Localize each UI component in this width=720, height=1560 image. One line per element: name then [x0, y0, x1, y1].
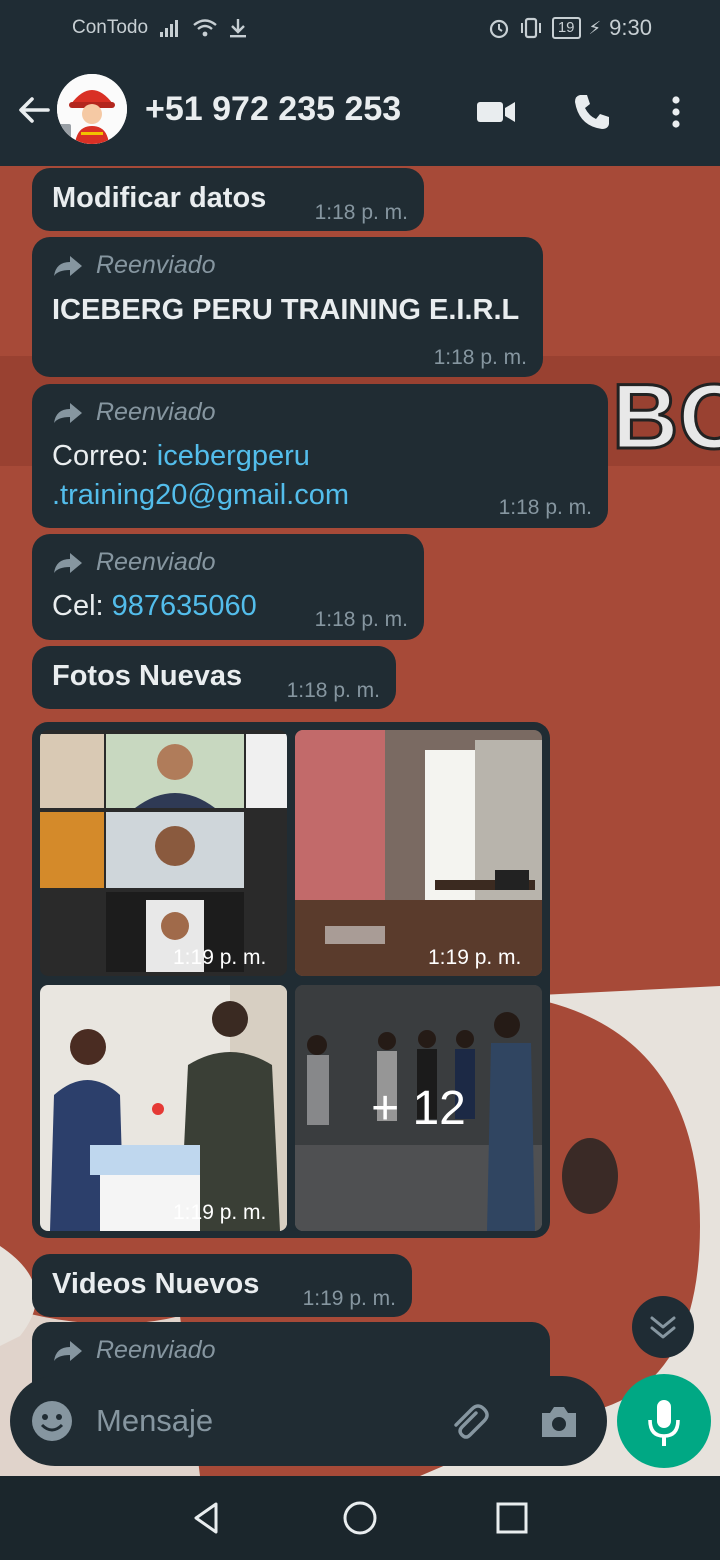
- signal-icon: [160, 20, 179, 37]
- phone-prefix: Cel:: [52, 590, 112, 622]
- message-bubble[interactable]: Reenviado Correo: icebergperu .training2…: [32, 384, 608, 528]
- forwarded-text: Reenviado: [96, 398, 216, 426]
- photo-thumbnail[interactable]: 1:19 p. m.: [295, 730, 542, 976]
- wifi-icon: [193, 19, 217, 37]
- nav-back-icon[interactable]: [186, 1498, 226, 1538]
- nav-recents-icon[interactable]: [492, 1498, 532, 1538]
- emoji-icon[interactable]: [30, 1399, 74, 1443]
- photo-thumbnail[interactable]: 1:19 p. m.: [40, 985, 287, 1231]
- message-time: 1:19 p. m.: [302, 1287, 396, 1310]
- message-time: 1:18 p. m.: [286, 679, 380, 702]
- message-bubble[interactable]: Reenviado Cel: 987635060 1:18 p. m.: [32, 534, 424, 640]
- double-chevron-down-icon: [650, 1316, 676, 1339]
- contact-name[interactable]: +51 972 235 253: [145, 90, 401, 129]
- photo-time: 1:19 p. m.: [173, 1201, 267, 1224]
- photo-time: 1:19 p. m.: [173, 946, 267, 969]
- room-photo-image: [295, 730, 542, 976]
- email-link-continued[interactable]: .training20@gmail.com: [52, 479, 349, 512]
- camera-icon[interactable]: [536, 1399, 582, 1445]
- forward-arrow-icon: [54, 255, 82, 276]
- alarm-icon: [489, 19, 508, 39]
- email-link[interactable]: icebergperu: [157, 440, 310, 472]
- message-bubble[interactable]: Videos Nuevos 1:19 p. m.: [32, 1254, 412, 1317]
- message-time: 1:18 p. m.: [498, 496, 592, 519]
- chat-messages[interactable]: BO Modificar datos 1:18 p. m. Reenviado …: [0, 166, 720, 1476]
- phone-link[interactable]: 987635060: [112, 590, 257, 622]
- message-text: ICEBERG PERU TRAINING E.I.R.L: [52, 294, 520, 326]
- more-vert-icon[interactable]: [654, 90, 698, 134]
- photo-time: 1:19 p. m.: [428, 946, 522, 969]
- phone-icon[interactable]: [570, 90, 614, 134]
- chat-header: +51 972 235 253: [0, 56, 720, 166]
- message-text: Modificar datos: [52, 182, 267, 214]
- message-bubble[interactable]: Modificar datos 1:18 p. m.: [32, 168, 424, 231]
- vibrate-icon: [520, 17, 541, 39]
- message-text: Videos Nuevos: [52, 1268, 260, 1300]
- email-prefix: Correo:: [52, 440, 157, 472]
- forwarded-label: Reenviado: [52, 251, 216, 280]
- message-text: Correo: icebergperu: [52, 440, 310, 473]
- photo-album-bubble[interactable]: 1:19 p. m. 1:19 p. m. 1:19 p. m. + 12: [32, 722, 550, 1238]
- forwarded-text: Reenviado: [96, 548, 216, 576]
- status-bar: ConTodo 19 ⚡ 9:30: [0, 0, 720, 56]
- message-text: Cel: 987635060: [52, 590, 257, 623]
- nav-home-icon[interactable]: [340, 1498, 380, 1538]
- forward-arrow-icon: [54, 552, 82, 573]
- charging-icon: ⚡: [588, 17, 602, 38]
- forwarded-text: Reenviado: [96, 251, 216, 279]
- forwarded-label: Reenviado: [52, 398, 216, 427]
- delivery-photo-image: [40, 985, 287, 1231]
- contact-avatar[interactable]: [57, 74, 127, 144]
- message-text: Fotos Nuevas: [52, 660, 243, 692]
- forward-arrow-icon: [54, 402, 82, 423]
- forward-arrow-icon: [54, 1340, 82, 1361]
- message-bubble[interactable]: Reenviado ICEBERG PERU TRAINING E.I.R.L …: [32, 237, 543, 377]
- voice-message-button[interactable]: [617, 1374, 711, 1468]
- photo-thumbnail[interactable]: 1:19 p. m.: [40, 730, 287, 976]
- message-time: 1:18 p. m.: [314, 201, 408, 224]
- message-input[interactable]: [96, 1400, 426, 1442]
- video-call-screenshot-image: [40, 730, 287, 976]
- photo-thumbnail[interactable]: + 12: [295, 985, 542, 1231]
- video-call-icon[interactable]: [474, 90, 518, 134]
- forwarded-text: Reenviado: [96, 1336, 216, 1364]
- message-time: 1:18 p. m.: [314, 608, 408, 631]
- forwarded-label: Reenviado: [52, 1336, 216, 1365]
- clock: 9:30: [609, 15, 652, 40]
- forwarded-label: Reenviado: [52, 548, 216, 577]
- microphone-icon: [648, 1400, 680, 1446]
- more-photos-overlay[interactable]: + 12: [295, 985, 542, 1231]
- attach-icon[interactable]: [446, 1399, 492, 1445]
- message-composer: [10, 1376, 607, 1466]
- download-icon: [230, 19, 247, 38]
- system-navigation-bar: [0, 1476, 720, 1560]
- scroll-to-bottom-button[interactable]: [632, 1296, 694, 1358]
- svg-text:BO: BO: [612, 366, 720, 468]
- carrier-name: ConTodo: [72, 17, 149, 38]
- back-arrow-icon[interactable]: [14, 90, 54, 130]
- battery-level: 19: [551, 17, 581, 39]
- message-time: 1:18 p. m.: [433, 346, 527, 369]
- message-bubble[interactable]: Fotos Nuevas 1:18 p. m.: [32, 646, 396, 709]
- firefighter-mascot-icon: [57, 74, 127, 144]
